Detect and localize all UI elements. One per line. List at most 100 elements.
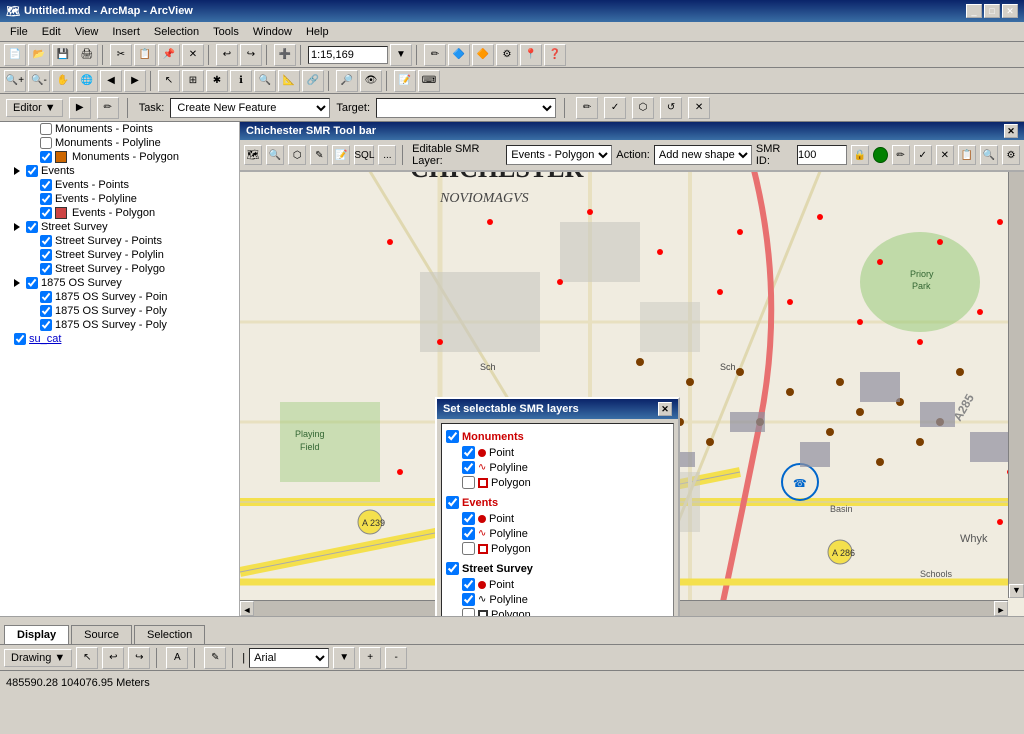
minimize-button[interactable]: _	[966, 4, 982, 18]
street-group-check[interactable]	[446, 562, 459, 575]
tab-display[interactable]: Display	[4, 625, 69, 644]
select-tool[interactable]: ↖	[158, 70, 180, 92]
hyperlink[interactable]: 🔗	[302, 70, 324, 92]
layer-monuments-polyline-check[interactable]	[40, 137, 52, 149]
drawing-tool1[interactable]: ↩	[102, 647, 124, 669]
smr-verify-icon[interactable]: ✓	[914, 145, 932, 165]
cut-button[interactable]: ✂	[110, 44, 132, 66]
select3[interactable]: ✱	[206, 70, 228, 92]
layer-events-points-check[interactable]	[40, 179, 52, 191]
rotate-tool[interactable]: ↺	[660, 97, 682, 119]
close-button[interactable]: ✕	[1002, 4, 1018, 18]
print-button[interactable]: 🖨	[76, 44, 98, 66]
layer-street-check[interactable]	[26, 221, 38, 233]
add-data-button[interactable]: ➕	[274, 44, 296, 66]
street-expand[interactable]	[14, 223, 20, 231]
smr-tool-2[interactable]: 🔍	[266, 145, 284, 165]
open-button[interactable]: 📂	[28, 44, 50, 66]
drawing-arrow[interactable]: ↖	[76, 647, 98, 669]
layer-street-polyline-check[interactable]	[40, 249, 52, 261]
layer-events-check[interactable]	[26, 165, 38, 177]
drawing-tool2[interactable]: ↪	[128, 647, 150, 669]
events-point-check[interactable]	[462, 512, 475, 525]
layer-1875-points-check[interactable]	[40, 291, 52, 303]
drawing-tool4[interactable]: +	[359, 647, 381, 669]
verify-tool[interactable]: ✓	[604, 97, 626, 119]
scroll-down[interactable]: ▼	[1009, 584, 1024, 598]
tool6[interactable]: ❓	[544, 44, 566, 66]
identify[interactable]: ℹ	[230, 70, 252, 92]
menu-insert[interactable]: Insert	[106, 24, 146, 40]
menu-edit[interactable]: Edit	[36, 24, 67, 40]
monuments-point-check[interactable]	[462, 446, 475, 459]
smr-edit-icon[interactable]: ✏	[892, 145, 910, 165]
monuments-group-check[interactable]	[446, 430, 459, 443]
layer-1875-polygon-check[interactable]	[40, 319, 52, 331]
editor-dropdown-label[interactable]: Editor ▼	[6, 99, 63, 117]
smr-tool-6[interactable]: SQL	[354, 145, 374, 165]
zoom-out-button[interactable]: 🔍-	[28, 70, 50, 92]
find[interactable]: 🔍	[254, 70, 276, 92]
layer-events-polygon-check[interactable]	[40, 207, 52, 219]
monuments-polygon-check[interactable]	[462, 476, 475, 489]
menu-tools[interactable]: Tools	[207, 24, 245, 40]
new-button[interactable]: 📄	[4, 44, 26, 66]
events-polygon-check[interactable]	[462, 542, 475, 555]
tool5[interactable]: 📍	[520, 44, 542, 66]
font-dropdown[interactable]: Arial	[249, 648, 329, 668]
layer-1875-check[interactable]	[26, 277, 38, 289]
magnifier[interactable]: 🔎	[336, 70, 358, 92]
smr-lock-icon[interactable]: 🔒	[851, 145, 869, 165]
scale-input[interactable]: 1:15,169	[308, 46, 388, 64]
map-vscrollbar[interactable]: ▲ ▼	[1008, 122, 1024, 598]
edit-vertices[interactable]: ⬡	[632, 97, 654, 119]
smr-tool-5[interactable]: 📝	[332, 145, 350, 165]
drawing-dropdown[interactable]: Drawing ▼	[4, 649, 72, 667]
scroll-right[interactable]: ►	[994, 601, 1008, 616]
smr-tool-7[interactable]: ...	[378, 145, 396, 165]
full-extent[interactable]: 🌐	[76, 70, 98, 92]
menu-file[interactable]: File	[4, 24, 34, 40]
layer-events-polyline-check[interactable]	[40, 193, 52, 205]
layer-monuments-points-check[interactable]	[40, 123, 52, 135]
menu-help[interactable]: Help	[300, 24, 335, 40]
redo-button[interactable]: ↪	[240, 44, 262, 66]
close-edit[interactable]: ✕	[688, 97, 710, 119]
back-extent[interactable]: ◀	[100, 70, 122, 92]
street-point-check[interactable]	[462, 578, 475, 591]
layer-street-polygon-check[interactable]	[40, 263, 52, 275]
drawing-tool5[interactable]: -	[385, 647, 407, 669]
sketch-tool[interactable]: ✏	[576, 97, 598, 119]
tab-selection[interactable]: Selection	[134, 625, 205, 644]
paste-button[interactable]: 📌	[158, 44, 180, 66]
drawing-tool3[interactable]: ✎	[204, 647, 226, 669]
monuments-polyline-check[interactable]	[462, 461, 475, 474]
smr-editable-select[interactable]: Events - Polygon	[506, 145, 612, 165]
font-dropdown-btn[interactable]: ▼	[333, 647, 355, 669]
layer-monuments-polygon-check[interactable]	[40, 151, 52, 163]
tab-source[interactable]: Source	[71, 625, 132, 644]
smr-tool-1[interactable]: 🗺	[244, 145, 262, 165]
task-dropdown[interactable]: Create New Feature	[170, 98, 330, 118]
save-button[interactable]: 💾	[52, 44, 74, 66]
scale-dropdown[interactable]: ▼	[390, 44, 412, 66]
smr-x-icon[interactable]: ✕	[936, 145, 954, 165]
restore-button[interactable]: □	[984, 4, 1000, 18]
dialog-set-selectable-close[interactable]: ✕	[658, 402, 672, 416]
fwd-extent[interactable]: ▶	[124, 70, 146, 92]
1875-expand[interactable]	[14, 279, 20, 287]
smr-close-button[interactable]: ✕	[1004, 124, 1018, 138]
delete-button[interactable]: ✕	[182, 44, 204, 66]
target-dropdown[interactable]	[376, 98, 556, 118]
events-expand[interactable]	[14, 167, 20, 175]
layer-1875-polyline-check[interactable]	[40, 305, 52, 317]
menu-view[interactable]: View	[69, 24, 105, 40]
tool2[interactable]: 🔷	[448, 44, 470, 66]
select2[interactable]: ⊞	[182, 70, 204, 92]
layer-street-points-check[interactable]	[40, 235, 52, 247]
menu-window[interactable]: Window	[247, 24, 298, 40]
copy-button[interactable]: 📋	[134, 44, 156, 66]
layer-su-cat-check[interactable]	[14, 333, 26, 345]
smr-search-icon[interactable]: 🔍	[980, 145, 998, 165]
street-polyline-check[interactable]	[462, 593, 475, 606]
